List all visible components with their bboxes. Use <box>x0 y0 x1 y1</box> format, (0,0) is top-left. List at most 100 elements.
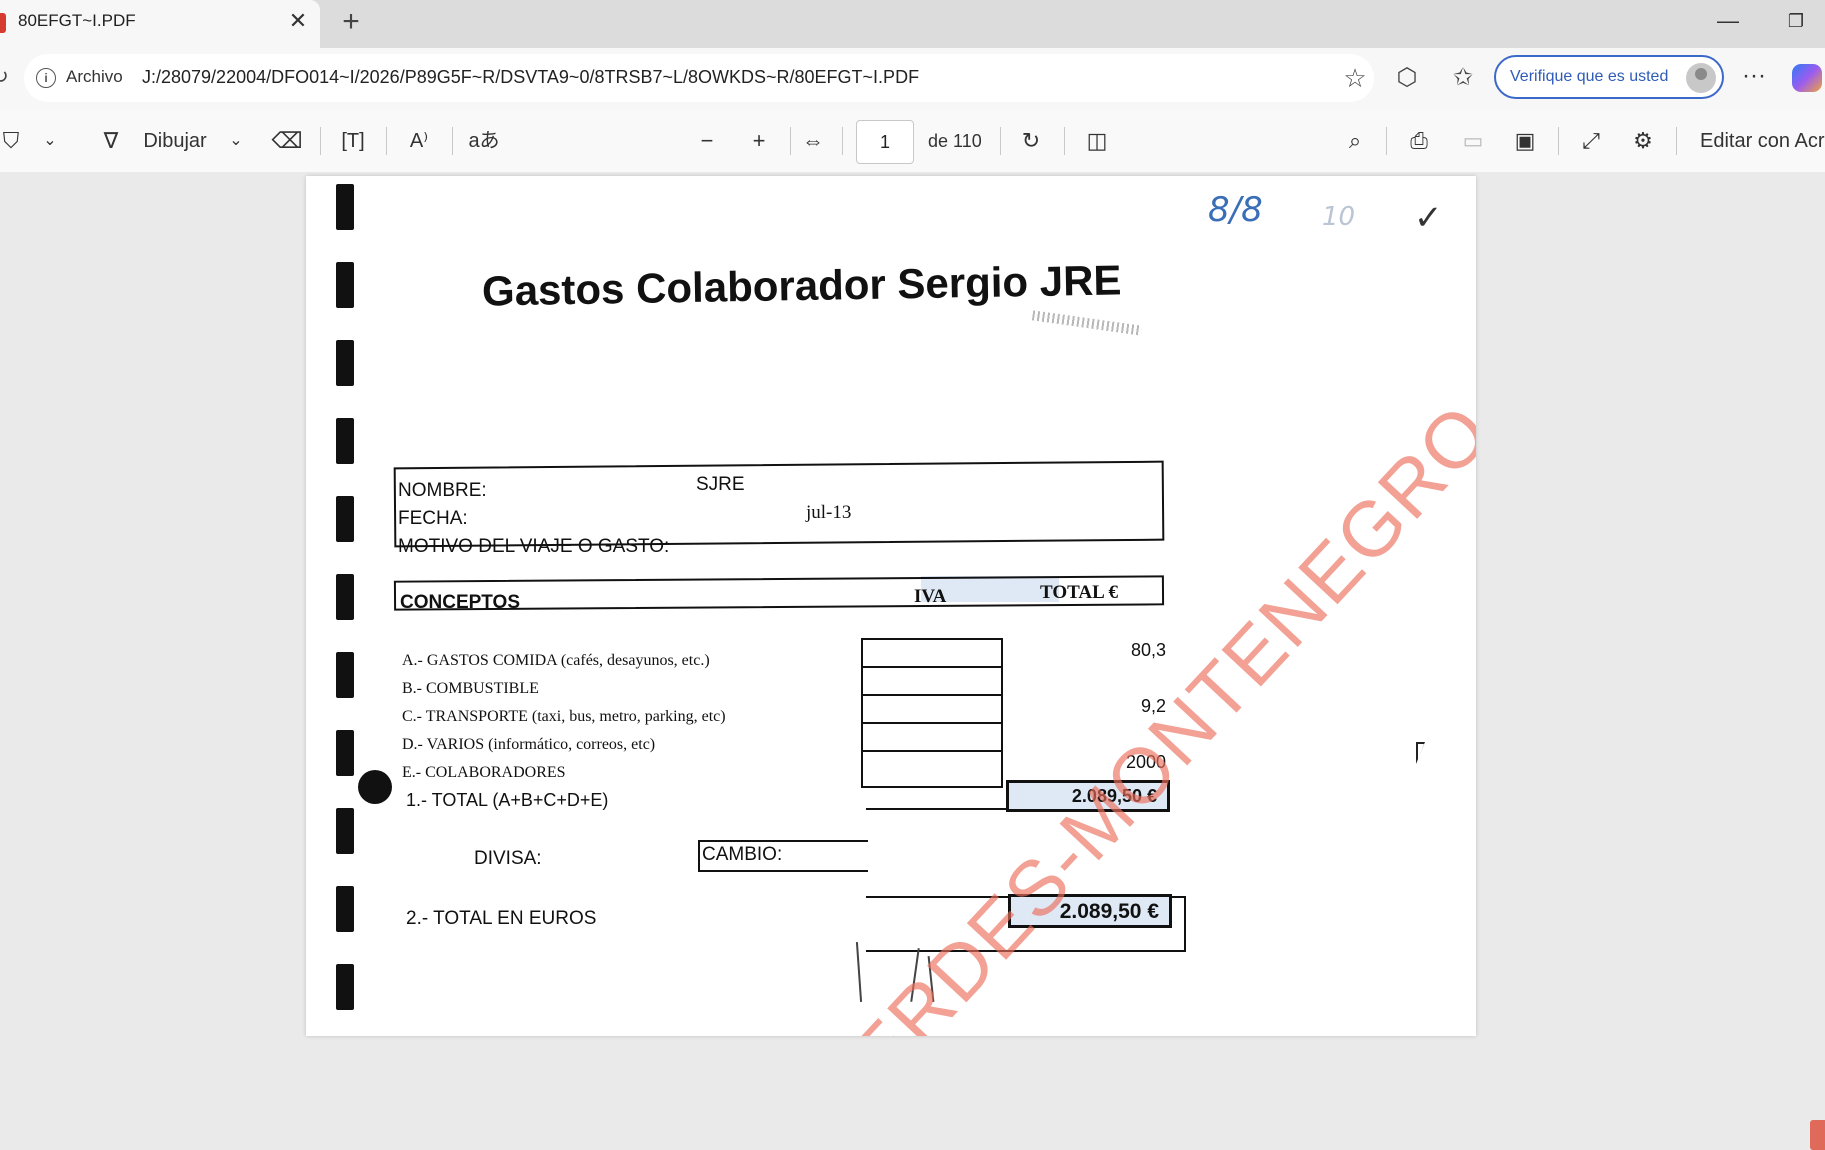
divisa-label: DIVISA: <box>474 848 542 869</box>
zoom-out-icon[interactable]: − <box>690 123 724 159</box>
text-box-icon[interactable]: [T] <box>336 123 370 159</box>
tab-pdf[interactable]: 80EFGT~I.PDF ✕ <box>0 0 320 48</box>
nombre-label: NOMBRE: <box>398 480 487 501</box>
extensions-icon[interactable]: ⬡ <box>1390 61 1424 95</box>
favorite-star-icon[interactable]: ☆ <box>1337 60 1373 96</box>
edit-with-acrobat-button[interactable]: Editar con Acr <box>1700 123 1825 159</box>
handwritten-mark: 10 <box>1322 202 1356 232</box>
concept-row: E.- COLABORADORES <box>402 764 566 781</box>
page-view-icon[interactable]: ◫ <box>1080 123 1114 159</box>
toolbar-separator <box>842 127 843 155</box>
binding-mark <box>336 262 354 308</box>
toolbar-separator <box>452 127 453 155</box>
page-count: de 110 <box>928 131 982 151</box>
document-viewport[interactable]: 8/8 10 ✓ Gastos Colaborador Sergio JRE N… <box>0 172 1825 1150</box>
nombre-value: SJRE <box>696 474 745 495</box>
total-label: 1.- TOTAL (A+B+C+D+E) <box>406 790 609 810</box>
print-icon[interactable]: ⎙ <box>1402 123 1436 159</box>
checkmark-icon: ✓ <box>1414 199 1443 237</box>
motivo-label: MOTIVO DEL VIAJE O GASTO: <box>398 536 670 557</box>
translate-icon[interactable]: aあ <box>466 123 502 159</box>
concept-row: A.- GASTOS COMIDA (cafés, desayunos, etc… <box>402 652 710 669</box>
draw-button[interactable]: Dibujar <box>140 123 210 159</box>
binding-mark <box>336 808 354 854</box>
avatar <box>1686 63 1716 93</box>
save-icon[interactable]: ▭ <box>1456 123 1490 159</box>
zoom-in-icon[interactable]: + <box>742 123 776 159</box>
address-scheme-label: Archivo <box>66 67 123 86</box>
binding-mark <box>336 418 354 464</box>
tab-strip: 80EFGT~I.PDF ✕ + — ❐ <box>0 0 1825 48</box>
favorites-icon[interactable]: ✩ <box>1446 61 1480 95</box>
restore-button[interactable]: ❐ <box>1778 6 1814 36</box>
binding-mark <box>336 340 354 386</box>
pdf-page: 8/8 10 ✓ Gastos Colaborador Sergio JRE N… <box>306 176 1476 1036</box>
total-header: TOTAL € <box>1040 582 1118 603</box>
iva-row-line <box>863 750 1001 752</box>
concept-row: B.- COMBUSTIBLE <box>402 680 539 697</box>
hole-dot <box>358 770 392 804</box>
tab-title: 80EFGT~I.PDF <box>18 11 136 30</box>
total-euros-label: 2.- TOTAL EN EUROS <box>406 908 597 929</box>
handwritten-number: 8/8 <box>1208 190 1263 230</box>
url-field[interactable]: i Archivo J:/28079/22004/DFO014~I/2026/P… <box>24 54 1374 102</box>
pdf-toolbar: ⛉ ⌄ ∇ Dibujar ⌄ ⌫ [T] A⁾ aあ − + ⇔ 1 de 1… <box>0 110 1825 173</box>
fit-width-icon[interactable]: ⇔ <box>796 123 830 159</box>
toolbar-separator <box>1064 127 1065 155</box>
refresh-icon[interactable]: ↻ <box>0 62 12 92</box>
toolbar-separator <box>1000 127 1001 155</box>
toolbar-separator <box>386 127 387 155</box>
binding-mark <box>336 964 354 1010</box>
toolbar-separator <box>790 127 791 155</box>
draw-dropdown-icon[interactable]: ⌄ <box>224 123 248 159</box>
search-icon[interactable]: ⌕ <box>1338 123 1372 159</box>
pen-stroke <box>855 942 863 1002</box>
iva-row-line <box>863 666 1001 668</box>
highlight-dropdown-icon[interactable]: ⌄ <box>38 123 62 159</box>
header-box <box>393 460 1165 548</box>
verify-identity-button[interactable]: Verifique que es usted <box>1494 55 1724 99</box>
binding-mark <box>336 652 354 698</box>
side-edge-mark <box>1810 1120 1825 1150</box>
highlight-icon[interactable]: ⛉ <box>0 123 28 159</box>
draw-icon[interactable]: ∇ <box>94 123 128 159</box>
save-as-icon[interactable]: ▣ <box>1508 123 1542 159</box>
iva-row-line <box>863 694 1001 696</box>
binding-mark <box>336 730 354 776</box>
read-aloud-icon[interactable]: A⁾ <box>402 123 436 159</box>
binding-mark <box>336 184 354 230</box>
fullscreen-icon[interactable]: ⤢ <box>1574 123 1608 159</box>
binding-mark <box>336 496 354 542</box>
iva-row-line <box>863 722 1001 724</box>
fecha-label: FECHA: <box>398 508 468 529</box>
page-number-input[interactable]: 1 <box>856 120 914 164</box>
url-text[interactable]: J:/28079/22004/DFO014~I/2026/P89G5F~R/DS… <box>142 67 919 88</box>
binding-mark <box>336 886 354 932</box>
concept-row: D.- VARIOS (informático, correos, etc) <box>402 736 656 753</box>
rotate-icon[interactable]: ↻ <box>1014 123 1048 159</box>
toolbar-separator <box>1558 127 1559 155</box>
iva-column <box>861 638 1003 788</box>
close-tab-icon[interactable]: ✕ <box>283 6 313 36</box>
concept-amount: 80,3 <box>1130 640 1166 660</box>
fecha-value: jul-13 <box>806 502 852 523</box>
total-rule <box>866 808 1016 810</box>
ink-smudge <box>1031 310 1143 336</box>
new-tab-button[interactable]: + <box>333 4 369 40</box>
cambio-label: CAMBIO: <box>702 844 783 865</box>
concept-row: C.- TRANSPORTE (taxi, bus, metro, parkin… <box>402 708 726 725</box>
pdf-favicon-icon <box>0 13 6 33</box>
document-title: Gastos Colaborador Sergio JRE <box>481 256 1122 315</box>
more-menu-icon[interactable]: ··· <box>1737 61 1771 95</box>
binding-mark <box>336 574 354 620</box>
toolbar-separator <box>320 127 321 155</box>
conceptos-header: CONCEPTOS <box>400 592 521 613</box>
info-icon[interactable]: i <box>36 68 56 88</box>
settings-gear-icon[interactable]: ⚙ <box>1626 123 1660 159</box>
copilot-icon[interactable] <box>1792 64 1822 92</box>
mouse-cursor-icon <box>1416 742 1425 764</box>
minimize-button[interactable]: — <box>1710 6 1746 36</box>
iva-header: IVA <box>914 586 947 607</box>
toolbar-separator <box>1676 127 1677 155</box>
eraser-icon[interactable]: ⌫ <box>270 123 304 159</box>
